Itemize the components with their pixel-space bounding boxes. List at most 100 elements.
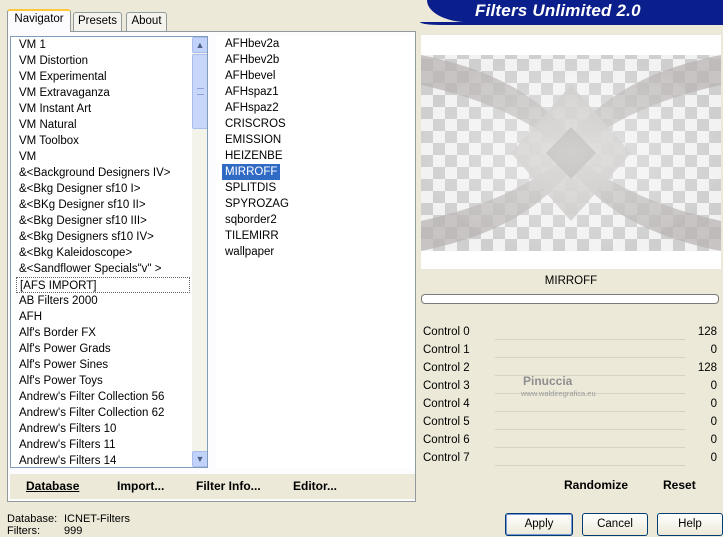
category-item[interactable]: VM Natural (16, 117, 190, 133)
category-item[interactable]: &<Bkg Kaleidoscope> (16, 245, 190, 261)
category-item[interactable]: VM Instant Art (16, 101, 190, 117)
filter-item[interactable]: AFHbevel (222, 68, 402, 84)
randomize-button[interactable]: Randomize (564, 478, 628, 492)
control-value: 128 (697, 362, 717, 374)
category-item[interactable]: Andrew's Filters 11 (16, 437, 190, 453)
tab-presets[interactable]: Presets (73, 12, 122, 31)
category-items: VM 1 VM Distortion VM Experimental VM Extra… (16, 37, 190, 467)
filter-item[interactable]: SPYROZAG (222, 196, 402, 212)
cancel-button[interactable]: Cancel (582, 513, 648, 536)
control-label: Control 4 (423, 398, 470, 410)
category-item[interactable]: VM Distortion (16, 53, 190, 69)
control-value: 0 (710, 380, 717, 392)
banner-underline (420, 22, 723, 25)
control-value: 0 (710, 416, 717, 428)
help-button[interactable]: Help (657, 513, 723, 536)
filter-preview (421, 35, 721, 269)
filter-item[interactable]: AFHbev2a (222, 36, 402, 52)
database-value: ICNET-Filters (64, 513, 130, 525)
filter-item[interactable]: CRISCROS (222, 116, 402, 132)
app-banner: Filters Unlimited 2.0 (427, 0, 723, 22)
control-label: Control 5 (423, 416, 470, 428)
category-item[interactable]: Alf's Power Grads (16, 341, 190, 357)
reset-button[interactable]: Reset (663, 478, 696, 492)
filter-item[interactable]: TILEMIRR (222, 228, 402, 244)
tab-navigator[interactable]: Navigator (7, 9, 71, 32)
category-item[interactable]: AFH (16, 309, 190, 325)
filter-item[interactable]: EMISSION (222, 132, 402, 148)
control-slider-track[interactable] (495, 411, 685, 412)
filter-item[interactable]: MIRROFF (222, 164, 280, 180)
category-item[interactable]: [AFS IMPORT] (16, 277, 190, 293)
control-slider-track[interactable] (495, 447, 685, 448)
control-slider-track[interactable] (495, 429, 685, 430)
category-item[interactable]: AB Filters 2000 (16, 293, 190, 309)
tab-about[interactable]: About (126, 12, 167, 31)
filters-count: 999 (64, 525, 83, 537)
category-scrollbar[interactable]: ▲ ▼ (192, 37, 207, 467)
category-item[interactable]: VM 1 (16, 37, 190, 53)
category-item[interactable]: VM Experimental (16, 69, 190, 85)
database-button[interactable]: Database (26, 479, 79, 493)
category-item[interactable]: &<Bkg Designer sf10 III> (16, 213, 190, 229)
filter-item[interactable]: HEIZENBE (222, 148, 402, 164)
category-item[interactable]: &<Sandflower Specials"v" > (16, 261, 190, 277)
category-item[interactable]: &<Background Designers IV> (16, 165, 190, 181)
filter-info-button[interactable]: Filter Info... (196, 479, 261, 493)
category-item[interactable]: Andrew's Filters 14 (16, 453, 190, 467)
category-item[interactable]: &<Bkg Designer sf10 I> (16, 181, 190, 197)
apply-button[interactable]: Apply (505, 513, 573, 536)
scroll-up-button[interactable]: ▲ (192, 37, 207, 53)
control-value: 0 (710, 434, 717, 446)
preview-filter-name: MIRROFF (544, 275, 598, 287)
editor-button[interactable]: Editor... (293, 479, 337, 493)
category-item[interactable]: Andrew's Filter Collection 62 (16, 405, 190, 421)
category-item[interactable]: Andrew's Filters 10 (16, 421, 190, 437)
control-row[interactable]: Control 6 0 (421, 432, 721, 450)
chevron-up-icon: ▲ (195, 40, 205, 50)
category-item[interactable]: Alf's Border FX (16, 325, 190, 341)
watermark-url: www.waldiregrafica.eu (521, 389, 596, 398)
grip-icon (197, 88, 204, 95)
category-item[interactable]: Andrew's Filter Collection 56 (16, 389, 190, 405)
control-value: 0 (710, 398, 717, 410)
control-value: 128 (697, 326, 717, 338)
scroll-thumb[interactable] (192, 54, 207, 129)
control-row[interactable]: Control 4 0 (421, 396, 721, 414)
filters-label: Filters: (7, 525, 40, 537)
control-row[interactable]: Control 0 128 (421, 324, 721, 342)
scroll-down-button[interactable]: ▼ (192, 451, 207, 467)
preview-image (421, 55, 721, 251)
import-button[interactable]: Import... (117, 479, 164, 493)
category-item[interactable]: Alf's Power Toys (16, 373, 190, 389)
category-item[interactable]: VM Extravaganza (16, 85, 190, 101)
control-row[interactable]: Control 5 0 (421, 414, 721, 432)
app-title: Filters Unlimited 2.0 (475, 1, 641, 20)
filter-item[interactable]: AFHspaz1 (222, 84, 402, 100)
control-label: Control 7 (423, 452, 470, 464)
filter-item[interactable]: SPLITDIS (222, 180, 402, 196)
control-label: Control 0 (423, 326, 470, 338)
control-label: Control 1 (423, 344, 470, 356)
category-item[interactable]: &<Bkg Designers sf10 IV> (16, 229, 190, 245)
filter-item[interactable]: AFHbev2b (222, 52, 402, 68)
control-label: Control 2 (423, 362, 470, 374)
progress-bar (421, 294, 719, 304)
filter-item[interactable]: AFHspaz2 (222, 100, 402, 116)
category-item[interactable]: VM (16, 149, 190, 165)
category-list[interactable]: VM 1 VM Distortion VM Experimental VM Extra… (10, 36, 208, 468)
control-label: Control 3 (423, 380, 470, 392)
category-item[interactable]: Alf's Power Sines (16, 357, 190, 373)
filter-item[interactable]: wallpaper (222, 244, 402, 260)
category-item[interactable]: &<BKg Designer sf10 II> (16, 197, 190, 213)
control-slider-track[interactable] (495, 357, 685, 358)
control-row[interactable]: Control 7 0 (421, 450, 721, 468)
filter-list[interactable]: AFHbev2a AFHbev2b AFHbevel AFHspaz1 AFHspaz2… (216, 36, 414, 468)
category-item[interactable]: VM Toolbox (16, 133, 190, 149)
control-slider-track[interactable] (495, 465, 685, 466)
control-row[interactable]: Control 1 0 (421, 342, 721, 360)
control-slider-track[interactable] (495, 339, 685, 340)
filter-item[interactable]: sqborder2 (222, 212, 402, 228)
control-value: 0 (710, 452, 717, 464)
database-label: Database: (7, 513, 58, 525)
